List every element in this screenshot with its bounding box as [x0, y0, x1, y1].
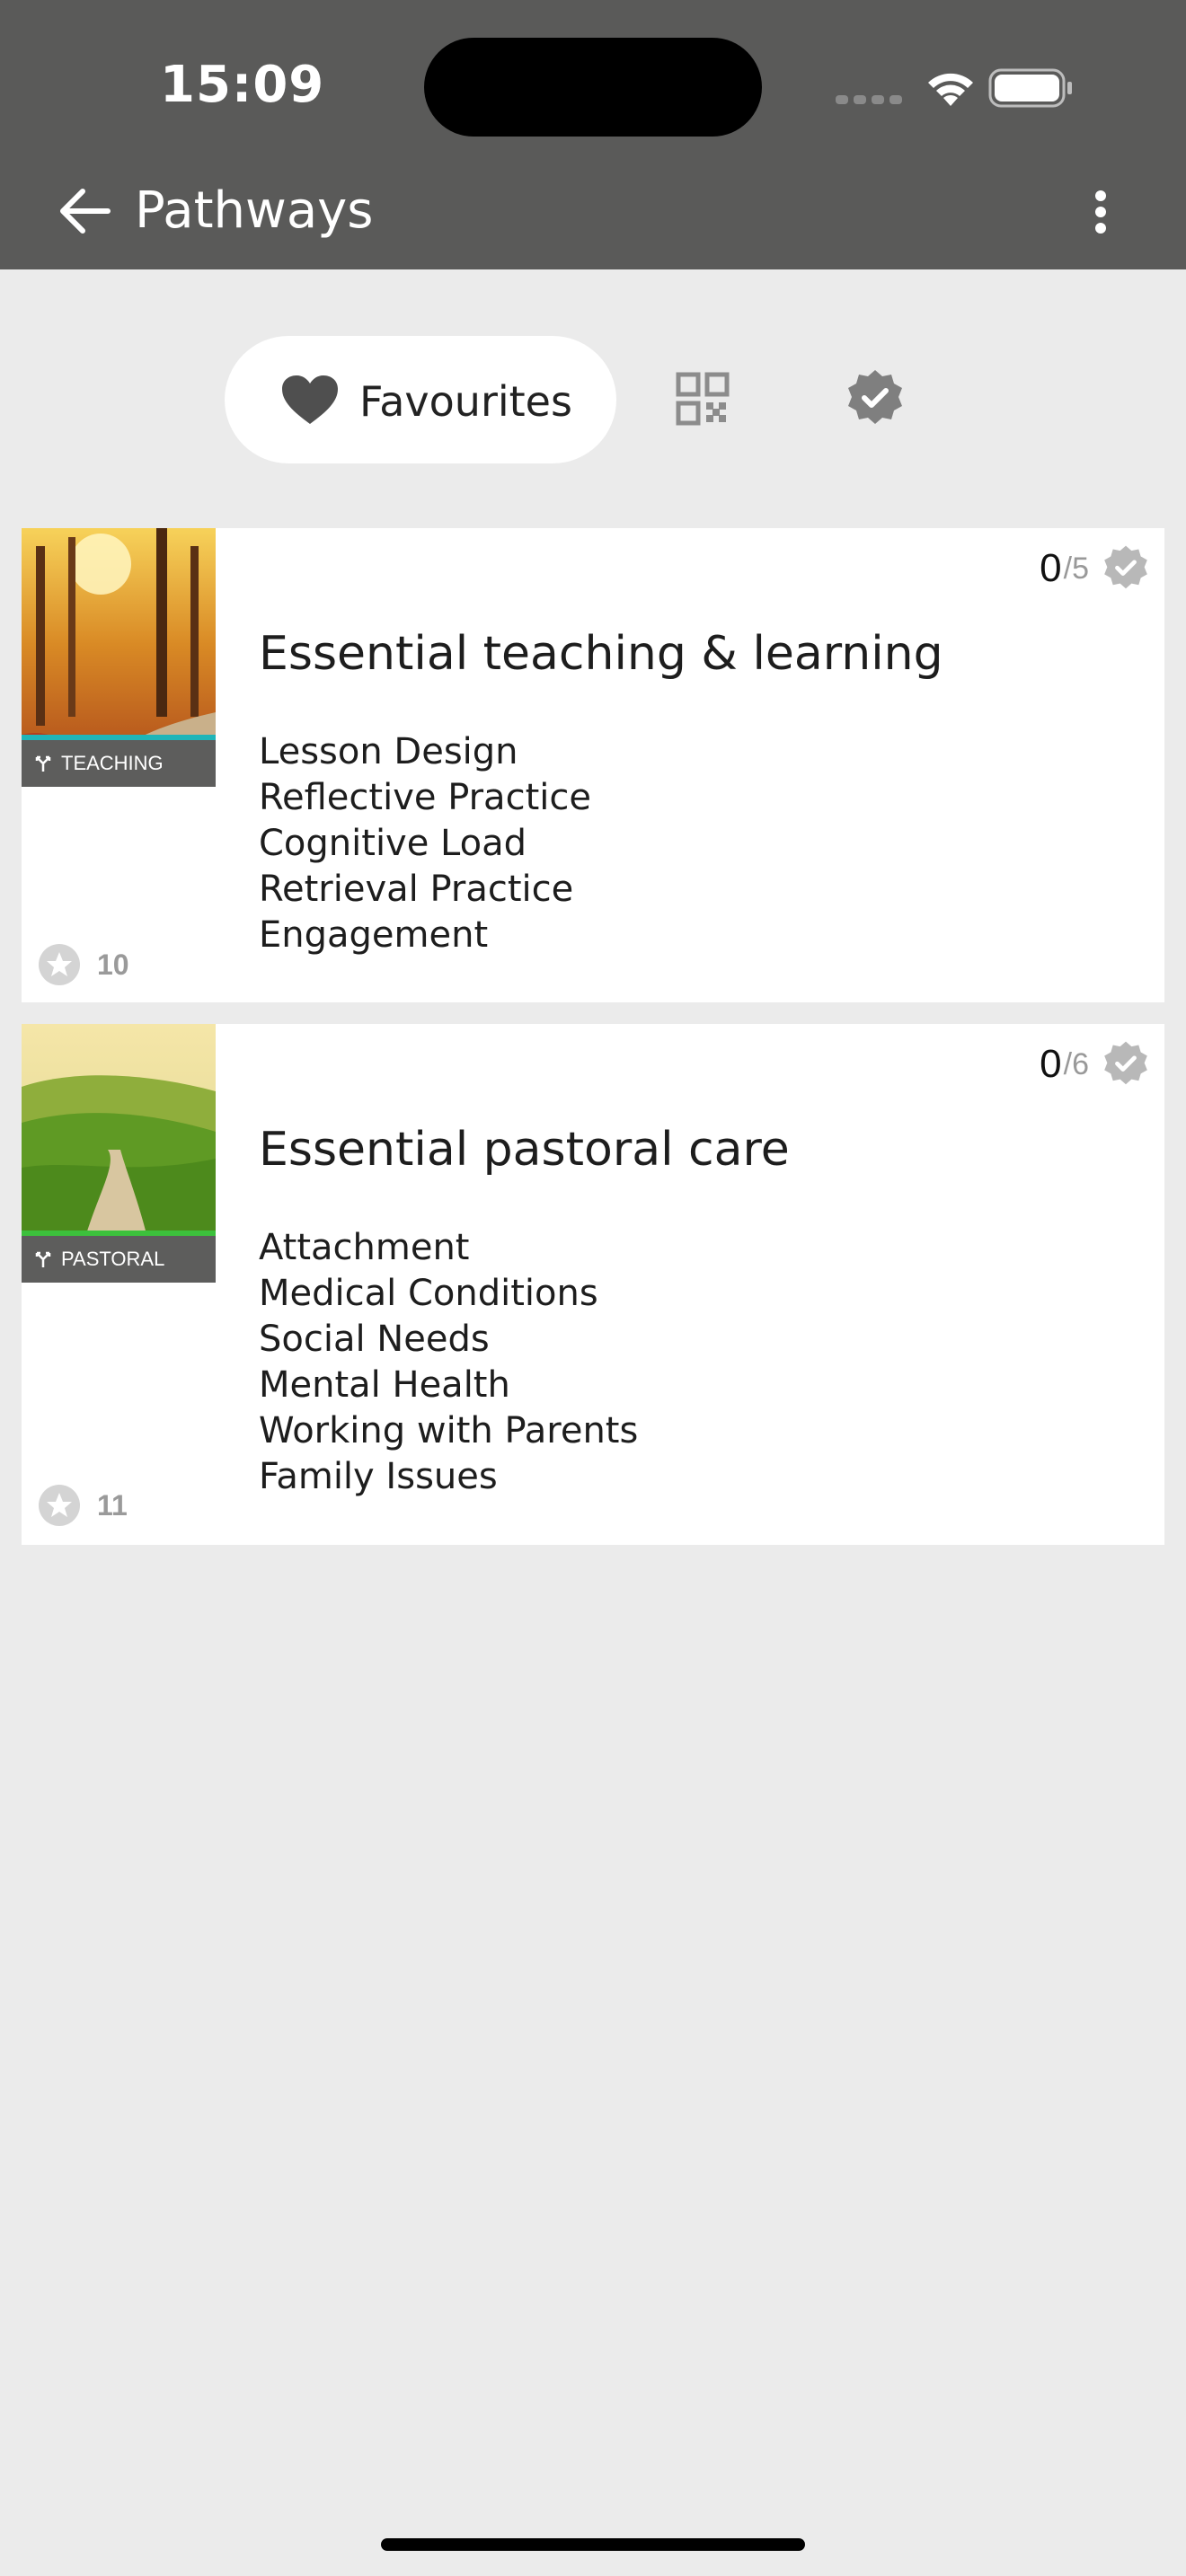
dynamic-island	[424, 38, 762, 137]
rating: 11	[38, 1484, 128, 1527]
favourites-filter-button[interactable]: Favourites	[225, 336, 616, 463]
progress-counter: 0 / 6	[1040, 1040, 1150, 1089]
topic-item: Working with Parents	[259, 1410, 639, 1451]
completed-count: 0	[1040, 1042, 1062, 1086]
wifi-icon	[928, 73, 973, 106]
pathway-card[interactable]: PASTORAL 11 0 / 6 Essential pastoral car…	[22, 1024, 1164, 1545]
topic-item: Mental Health	[259, 1364, 510, 1406]
total-count: 6	[1072, 1046, 1089, 1081]
topic-item: Attachment	[259, 1227, 470, 1268]
status-icons	[836, 63, 1078, 108]
topic-item: Cognitive Load	[259, 823, 527, 864]
verified-badge-icon	[1104, 545, 1147, 589]
topic-list: Lesson Design Reflective Practice Cognit…	[259, 729, 591, 958]
category-label: PASTORAL	[22, 1236, 216, 1283]
verified-badge-icon	[1104, 1041, 1147, 1085]
battery-icon	[988, 68, 1072, 108]
pathways-screen: 15:09 Pathways Favourites TEACHING 10 0 …	[0, 0, 1186, 2576]
branch-icon	[35, 755, 51, 772]
topic-item: Social Needs	[259, 1319, 490, 1360]
status-time: 15:09	[160, 56, 325, 114]
verified-badge-icon[interactable]	[845, 368, 906, 429]
topic-list: Attachment Medical Conditions Social Nee…	[259, 1225, 638, 1500]
qr-code-icon[interactable]	[676, 372, 730, 426]
star-icon	[39, 944, 80, 985]
pathway-title: Essential pastoral care	[259, 1123, 790, 1177]
progress-counter: 0 / 5	[1040, 544, 1150, 593]
topic-item: Engagement	[259, 914, 489, 956]
branch-icon	[35, 1251, 51, 1267]
app-header: 15:09 Pathways	[0, 0, 1186, 269]
rating-count: 11	[97, 1488, 128, 1522]
rating: 10	[38, 943, 129, 986]
topic-item: Reflective Practice	[259, 777, 591, 818]
page-title: Pathways	[135, 181, 374, 240]
category-name: PASTORAL	[61, 1248, 165, 1270]
pathway-thumbnail: PASTORAL	[22, 1024, 216, 1283]
topic-item: Lesson Design	[259, 731, 518, 772]
star-icon	[39, 1485, 80, 1526]
rating-count: 10	[97, 948, 129, 981]
topic-item: Retrieval Practice	[259, 869, 574, 910]
total-count: 5	[1072, 551, 1089, 586]
home-indicator[interactable]	[381, 2538, 805, 2551]
category-name: TEACHING	[61, 752, 164, 774]
pathway-thumbnail: TEACHING	[22, 528, 216, 787]
topic-item: Family Issues	[259, 1456, 498, 1497]
heart-icon	[282, 375, 338, 424]
category-label: TEACHING	[22, 740, 216, 787]
favourites-label: Favourites	[359, 377, 572, 426]
more-options-icon[interactable]	[1083, 180, 1119, 243]
back-arrow-icon[interactable]	[54, 180, 117, 243]
pathway-title: Essential teaching & learning	[259, 627, 943, 681]
topic-item: Medical Conditions	[259, 1273, 598, 1314]
pathway-card[interactable]: TEACHING 10 0 / 5 Essential teaching & l…	[22, 528, 1164, 1002]
completed-count: 0	[1040, 546, 1062, 590]
